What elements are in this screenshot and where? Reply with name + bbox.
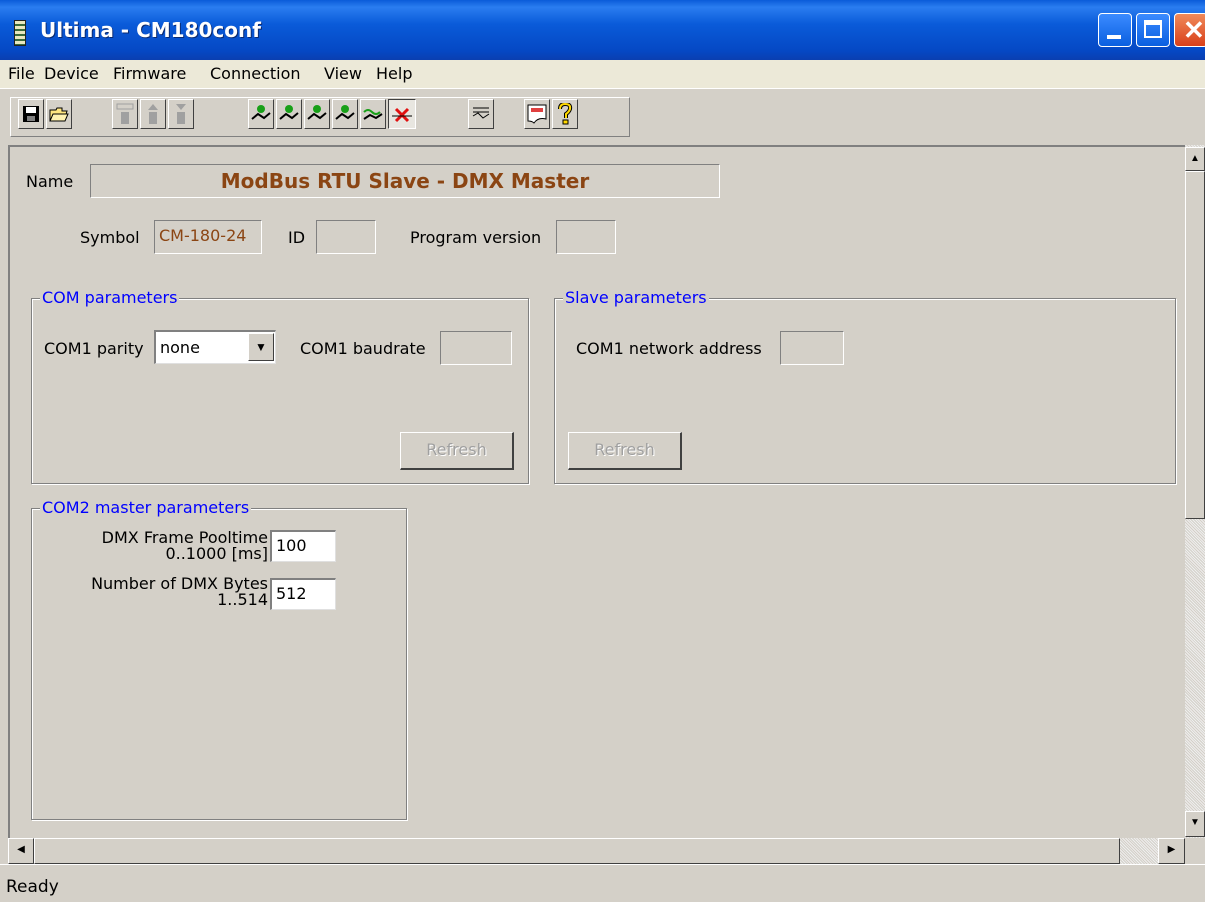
connection-3-button[interactable]	[304, 99, 330, 129]
connection-2-icon	[279, 105, 299, 120]
app-icon	[14, 20, 26, 46]
com1-parity-select[interactable]: none ▼	[154, 330, 276, 364]
minimize-button[interactable]	[1098, 13, 1132, 47]
maximize-button[interactable]	[1136, 13, 1170, 47]
dmx-frame-pooltime-input[interactable]: 100	[270, 530, 336, 562]
slave-refresh-button[interactable]: Refresh	[568, 432, 682, 470]
com1-baudrate-label: COM1 baudrate	[300, 339, 426, 358]
scrollbar-corner	[1185, 838, 1205, 864]
program-version-label: Program version	[410, 228, 542, 247]
name-label: Name	[26, 172, 74, 191]
menu-device[interactable]: Device	[44, 64, 99, 83]
id-label: ID	[288, 228, 306, 247]
document-icon	[527, 104, 547, 124]
horizontal-scrollbar[interactable]: ◀ ▶	[8, 838, 1185, 864]
open-button[interactable]	[46, 99, 72, 129]
monitor-button[interactable]	[468, 99, 494, 129]
connection-wave-button[interactable]	[360, 99, 386, 129]
program-version-field	[556, 220, 616, 254]
connection-1-button[interactable]	[248, 99, 274, 129]
upload-button[interactable]	[140, 99, 166, 129]
com1-network-address-field	[780, 331, 844, 365]
save-button[interactable]	[18, 99, 44, 129]
vertical-scrollbar[interactable]: ▲ ▼	[1185, 145, 1205, 838]
device-name-value: ModBus RTU Slave - DMX Master	[90, 164, 720, 198]
com1-parity-label: COM1 parity	[44, 339, 144, 358]
menu-bar: File Device Firmware Connection View Hel…	[0, 60, 1205, 88]
help-icon	[558, 101, 573, 125]
download-button[interactable]	[168, 99, 194, 129]
menu-help[interactable]: Help	[376, 64, 412, 83]
device-upload-icon	[148, 104, 158, 124]
com-refresh-button[interactable]: Refresh	[400, 432, 514, 470]
connection-3-icon	[307, 105, 327, 120]
dmx-frame-pooltime-label: DMX Frame Pooltime 0..1000 [ms]	[102, 530, 268, 562]
id-field	[316, 220, 376, 254]
scroll-down-button[interactable]: ▼	[1185, 811, 1205, 837]
close-button[interactable]: ✕	[1174, 13, 1205, 47]
com2-master-parameters-caption: COM2 master parameters	[40, 498, 252, 517]
symbol-value: CM-180-24	[154, 220, 262, 254]
auto-button[interactable]	[112, 99, 138, 129]
com1-network-address-label: COM1 network address	[576, 339, 762, 358]
connection-1-icon	[251, 105, 271, 120]
symbol-label: Symbol	[80, 228, 140, 247]
com-parameters-caption: COM parameters	[40, 288, 180, 307]
monitor-icon	[472, 107, 490, 119]
minimize-icon	[1107, 35, 1121, 39]
menu-file[interactable]: File	[8, 64, 35, 83]
auto-device-icon	[116, 103, 134, 124]
com1-baudrate-field	[440, 331, 512, 365]
menu-view[interactable]: View	[324, 64, 362, 83]
save-icon	[23, 106, 39, 122]
number-of-dmx-bytes-label-line2: 1..514	[217, 590, 268, 609]
scroll-right-button[interactable]: ▶	[1158, 838, 1185, 864]
connection-2-button[interactable]	[276, 99, 302, 129]
horizontal-scroll-thumb[interactable]	[34, 838, 1120, 864]
document-button[interactable]	[524, 99, 550, 129]
menu-firmware[interactable]: Firmware	[113, 64, 186, 83]
number-of-dmx-bytes-label: Number of DMX Bytes 1..514	[91, 576, 268, 608]
slave-parameters-caption: Slave parameters	[563, 288, 709, 307]
status-text: Ready	[6, 877, 59, 897]
maximize-icon	[1144, 20, 1162, 38]
title-bar[interactable]: Ultima - CM180conf ✕	[0, 0, 1205, 60]
close-icon: ✕	[1183, 15, 1205, 45]
vertical-scroll-thumb[interactable]	[1185, 171, 1205, 519]
connection-4-icon	[335, 105, 355, 120]
dmx-frame-pooltime-label-line2: 0..1000 [ms]	[165, 544, 268, 563]
device-download-icon	[176, 104, 186, 124]
connection-wave-icon	[363, 109, 383, 120]
number-of-dmx-bytes-input[interactable]: 512	[270, 578, 336, 610]
arrow-right-icon: ▶	[1167, 844, 1176, 855]
scroll-left-button[interactable]: ◀	[8, 838, 34, 864]
com1-parity-value: none	[160, 338, 200, 357]
menu-connection[interactable]: Connection	[210, 64, 301, 83]
window-title: Ultima - CM180conf	[40, 18, 261, 42]
open-folder-icon	[49, 107, 69, 122]
status-bar: Ready	[0, 864, 1205, 902]
disconnect-icon	[392, 107, 412, 123]
dropdown-arrow-icon[interactable]: ▼	[248, 333, 274, 361]
arrow-left-icon: ◀	[17, 844, 25, 855]
arrow-down-icon: ▼	[1190, 817, 1200, 828]
help-button[interactable]	[552, 99, 578, 129]
toolbar	[0, 88, 1205, 145]
scroll-up-button[interactable]: ▲	[1185, 147, 1205, 171]
disconnect-button[interactable]	[388, 99, 416, 129]
arrow-up-icon: ▲	[1190, 153, 1200, 164]
connection-4-button[interactable]	[332, 99, 358, 129]
